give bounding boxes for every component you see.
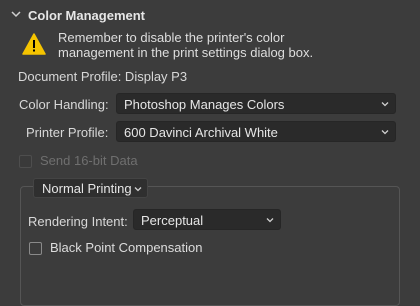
color-handling-value: Photoshop Manages Colors: [124, 97, 285, 112]
chevron-down-icon: [134, 187, 142, 192]
warning-icon: [22, 33, 46, 55]
chevron-down-icon: [381, 130, 389, 135]
warning-line-2: management in the print settings dialog …: [58, 45, 314, 60]
send-16bit-checkbox: [19, 155, 32, 168]
chevron-down-icon: [381, 102, 389, 107]
printer-profile-value: 600 Davinci Archival White: [124, 125, 278, 140]
printing-mode-select[interactable]: Normal Printing: [33, 178, 148, 198]
document-profile: Document Profile: Display P3: [18, 69, 188, 84]
chevron-down-icon[interactable]: [10, 8, 22, 20]
section-title: Color Management: [28, 8, 146, 23]
printer-profile-select[interactable]: 600 Davinci Archival White: [116, 121, 396, 142]
section-header[interactable]: Color Management: [0, 0, 420, 28]
warning-line-1: Remember to disable the printer's color: [58, 30, 285, 45]
color-handling-label: Color Handling:: [19, 97, 109, 112]
send-16bit-label: Send 16-bit Data: [40, 153, 138, 168]
printing-mode-value: Normal Printing: [42, 181, 132, 196]
printer-profile-label: Printer Profile:: [26, 125, 109, 140]
color-handling-select[interactable]: Photoshop Manages Colors: [116, 93, 396, 114]
rendering-intent-value: Perceptual: [141, 213, 204, 228]
chevron-down-icon: [266, 218, 274, 223]
warning-message: Remember to disable the printer's color …: [58, 30, 313, 60]
rendering-intent-select[interactable]: Perceptual: [133, 209, 281, 230]
black-point-checkbox[interactable]: [29, 242, 42, 255]
rendering-intent-label: Rendering Intent:: [28, 214, 128, 229]
black-point-label[interactable]: Black Point Compensation: [50, 240, 202, 255]
